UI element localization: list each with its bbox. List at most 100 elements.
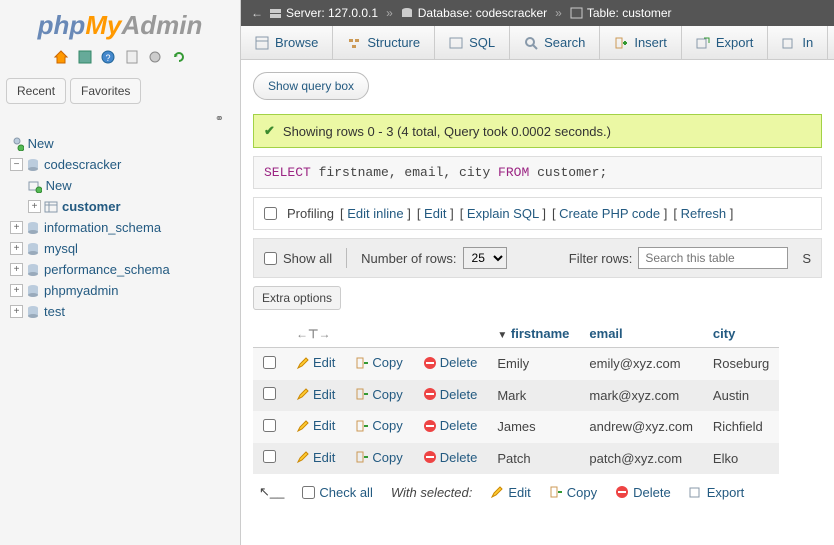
row-delete-button[interactable]: Delete xyxy=(423,355,478,370)
row-checkbox[interactable] xyxy=(263,387,276,400)
home-icon[interactable] xyxy=(53,49,69,65)
tree-new[interactable]: New xyxy=(28,136,54,151)
tree-db-codescracker[interactable]: codescracker xyxy=(44,157,121,172)
numrows-select[interactable]: 25 xyxy=(463,247,507,269)
expand-icon[interactable]: + xyxy=(10,284,23,297)
pagination-bar: Show all Number of rows: 25 Filter rows:… xyxy=(253,238,822,278)
expand-icon[interactable]: + xyxy=(10,242,23,255)
tab-insert[interactable]: Insert xyxy=(600,26,682,59)
row-edit-button[interactable]: Edit xyxy=(296,355,335,370)
database-icon xyxy=(26,263,40,277)
row-edit-button[interactable]: Edit xyxy=(296,450,335,465)
profiling-label: Profiling xyxy=(287,206,334,221)
expand-icon[interactable]: + xyxy=(10,263,23,276)
sql-icon xyxy=(449,36,463,50)
bc-database[interactable]: Database: codescracker xyxy=(401,6,547,20)
row-delete-button[interactable]: Delete xyxy=(423,387,478,402)
cell-firstname: Mark xyxy=(487,380,579,412)
favorites-tab[interactable]: Favorites xyxy=(70,78,141,104)
tree-new-table[interactable]: New xyxy=(46,178,72,193)
collapse-panel-icon[interactable]: ← xyxy=(251,6,263,20)
show-all-label: Show all xyxy=(283,251,332,266)
row-checkbox[interactable] xyxy=(263,356,276,369)
settings-icon[interactable] xyxy=(147,49,163,65)
profiling-checkbox[interactable] xyxy=(264,207,277,220)
expand-icon[interactable]: + xyxy=(10,305,23,318)
row-copy-button[interactable]: Copy xyxy=(355,387,402,402)
extra-options-button[interactable]: Extra options xyxy=(253,286,341,310)
row-checkbox[interactable] xyxy=(263,450,276,463)
show-query-box-button[interactable]: Show query box xyxy=(253,72,369,100)
cell-city: Roseburg xyxy=(703,348,779,380)
tab-export[interactable]: Export xyxy=(682,26,769,59)
help-icon[interactable]: ? xyxy=(100,49,116,65)
tab-structure[interactable]: Structure xyxy=(333,26,435,59)
show-all-checkbox[interactable] xyxy=(264,252,277,265)
row-copy-button[interactable]: Copy xyxy=(355,355,402,370)
tab-sql[interactable]: SQL xyxy=(435,26,510,59)
row-copy-button[interactable]: Copy xyxy=(355,450,402,465)
docs-icon[interactable] xyxy=(124,49,140,65)
table-icon xyxy=(44,200,58,214)
expand-icon[interactable]: + xyxy=(10,221,23,234)
bulk-copy-button[interactable]: Copy xyxy=(549,485,597,500)
refresh-link[interactable]: Refresh xyxy=(681,206,727,221)
sort-label: S xyxy=(802,251,811,266)
recent-tab[interactable]: Recent xyxy=(6,78,66,104)
tree-db[interactable]: performance_schema xyxy=(44,262,170,277)
row-checkbox[interactable] xyxy=(263,419,276,432)
refresh-icon[interactable] xyxy=(171,49,187,65)
success-message: ✔ Showing rows 0 - 3 (4 total, Query too… xyxy=(253,114,822,148)
row-delete-button[interactable]: Delete xyxy=(423,418,478,433)
bulk-edit-button[interactable]: Edit xyxy=(490,485,530,500)
new-table-icon xyxy=(28,179,42,193)
query-actions-row: Profiling [ Edit inline ] [ Edit ] [ Exp… xyxy=(253,197,822,230)
logo[interactable]: phpMyAdmin xyxy=(6,6,234,47)
tree-db[interactable]: information_schema xyxy=(44,220,161,235)
tree-db[interactable]: mysql xyxy=(44,241,78,256)
tab-search[interactable]: Search xyxy=(510,26,600,59)
edit-inline-link[interactable]: Edit inline xyxy=(347,206,403,221)
check-all-checkbox[interactable] xyxy=(302,486,315,499)
row-delete-button[interactable]: Delete xyxy=(423,450,478,465)
tree-table-customer[interactable]: customer xyxy=(62,199,121,214)
exit-icon[interactable] xyxy=(77,49,93,65)
tab-browse[interactable]: Browse xyxy=(241,26,333,59)
explain-sql-link[interactable]: Explain SQL xyxy=(467,206,539,221)
row-edit-button[interactable]: Edit xyxy=(296,418,335,433)
create-php-link[interactable]: Create PHP code xyxy=(559,206,660,221)
database-icon xyxy=(26,242,40,256)
col-city[interactable]: city xyxy=(703,320,779,348)
tab-import[interactable]: In xyxy=(768,26,828,59)
structure-icon xyxy=(347,36,361,50)
cell-email: mark@xyz.com xyxy=(579,380,703,412)
collapse-icon[interactable]: − xyxy=(10,158,23,171)
row-edit-button[interactable]: Edit xyxy=(296,387,335,402)
col-firstname[interactable]: ▼ firstname xyxy=(487,320,579,348)
edit-link[interactable]: Edit xyxy=(424,206,446,221)
bulk-export-button[interactable]: Export xyxy=(689,485,745,500)
check-all-label[interactable]: Check all xyxy=(319,485,372,500)
results-table: ←⊤→ ▼ firstname email city EditCopyDelet… xyxy=(253,320,779,474)
row-copy-button[interactable]: Copy xyxy=(355,418,402,433)
cell-firstname: James xyxy=(487,411,579,443)
search-icon xyxy=(524,36,538,50)
bulk-delete-button[interactable]: Delete xyxy=(615,485,671,500)
cell-firstname: Patch xyxy=(487,443,579,475)
tree-db[interactable]: test xyxy=(44,304,65,319)
quick-toolbar: ? xyxy=(6,47,234,74)
insert-icon xyxy=(614,36,628,50)
cell-city: Richfield xyxy=(703,411,779,443)
link-icon[interactable]: ⚭ xyxy=(6,110,234,129)
filter-input[interactable] xyxy=(638,247,788,269)
tree-db[interactable]: phpmyadmin xyxy=(44,283,118,298)
server-icon xyxy=(269,7,282,20)
expand-icon[interactable]: + xyxy=(28,200,41,213)
bulk-actions-bar: ↖__ Check all With selected: Edit Copy D… xyxy=(253,474,822,510)
col-email[interactable]: email xyxy=(579,320,703,348)
new-server-icon xyxy=(10,137,24,151)
bc-table[interactable]: Table: customer xyxy=(570,6,672,20)
sql-query-display: SELECT firstname, email, city FROM custo… xyxy=(253,156,822,189)
select-arrow-icon: ↖__ xyxy=(259,484,284,500)
bc-server[interactable]: Server: 127.0.0.1 xyxy=(269,6,378,20)
